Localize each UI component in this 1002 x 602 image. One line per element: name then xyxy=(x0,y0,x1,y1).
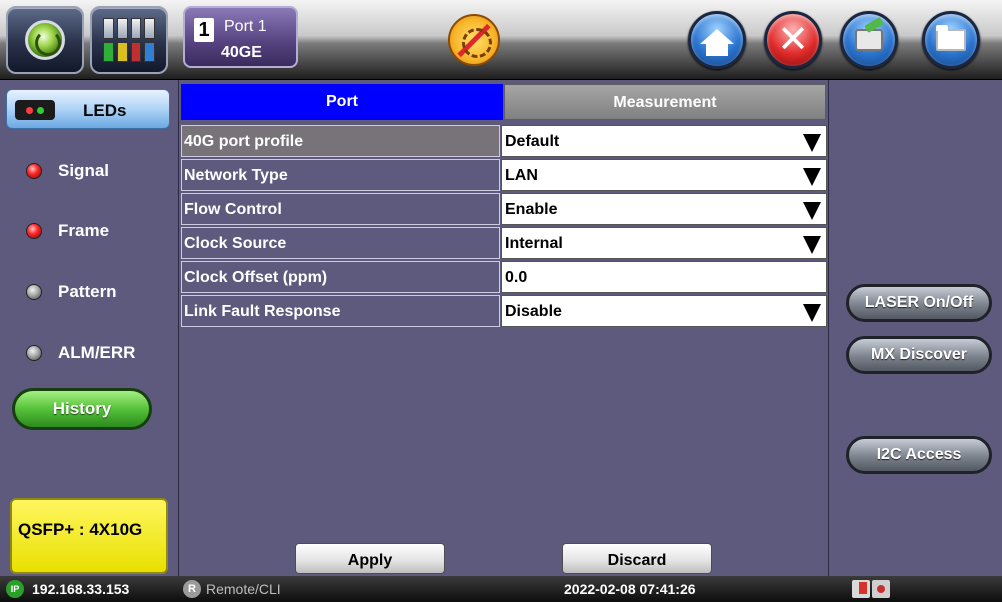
settings-table: 40G port profile Default Network Type LA… xyxy=(181,125,827,329)
home-icon xyxy=(700,28,734,56)
led-indicator-icon xyxy=(26,345,42,361)
port-number-badge: 1 xyxy=(194,18,214,42)
setting-label: 40G port profile xyxy=(181,125,500,157)
dropdown-arrow-icon xyxy=(803,134,821,152)
link-fault-response-select[interactable]: Disable xyxy=(501,295,827,327)
status-bar: IP 192.168.33.153 R Remote/CLI 2022-02-0… xyxy=(0,576,1002,602)
led-label: ALM/ERR xyxy=(58,343,136,362)
led-label: Signal xyxy=(58,161,110,180)
port-name: Port 1 xyxy=(224,18,267,35)
close-icon: ✕ xyxy=(777,19,809,61)
export-button[interactable] xyxy=(840,11,898,69)
setting-row: Flow Control Enable xyxy=(181,193,827,225)
record-status-icon xyxy=(872,580,890,598)
dropdown-arrow-icon xyxy=(803,304,821,322)
export-icon xyxy=(855,29,883,51)
setting-row: Clock Source Internal xyxy=(181,227,827,259)
remote-icon: R xyxy=(183,580,201,598)
setting-label: Link Fault Response xyxy=(181,295,500,327)
laser-status-icon xyxy=(852,580,870,598)
flow-control-select[interactable]: Enable xyxy=(501,193,827,225)
laser-warning-icon[interactable] xyxy=(448,14,500,66)
setting-label: Clock Offset (ppm) xyxy=(181,261,500,293)
setting-label: Clock Source xyxy=(181,227,500,259)
folder-icon xyxy=(936,25,966,51)
led-indicator-icon xyxy=(26,284,42,300)
leds-mini-icon xyxy=(15,100,55,120)
network-type-select[interactable]: LAN xyxy=(501,159,827,191)
led-label: Pattern xyxy=(58,282,117,301)
led-pattern: Pattern xyxy=(26,281,117,303)
led-signal: Signal xyxy=(26,160,109,182)
setting-value: Internal xyxy=(505,235,563,252)
led-indicator-icon xyxy=(26,163,42,179)
clock-source-select[interactable]: Internal xyxy=(501,227,827,259)
tab-measurement[interactable]: Measurement xyxy=(504,84,826,120)
setting-value: Enable xyxy=(505,201,558,218)
led-frame: Frame xyxy=(26,220,109,242)
led-alm-err: ALM/ERR xyxy=(26,342,135,364)
dropdown-arrow-icon xyxy=(803,236,821,254)
main-menu-button[interactable] xyxy=(6,6,84,74)
apply-button[interactable]: Apply xyxy=(295,543,445,574)
top-toolbar: 1 Port 1 40GE ✕ xyxy=(0,0,1002,80)
setting-row: Network Type LAN xyxy=(181,159,827,191)
setting-value: LAN xyxy=(505,167,538,184)
apps-button[interactable] xyxy=(90,6,168,74)
discard-button[interactable]: Discard xyxy=(562,543,712,574)
tab-port[interactable]: Port xyxy=(181,84,503,120)
file-manager-button[interactable] xyxy=(922,11,980,69)
mx-discover-button[interactable]: MX Discover xyxy=(846,336,992,374)
laser-toggle-button[interactable]: LASER On/Off xyxy=(846,284,992,322)
port-selector-tab[interactable]: 1 Port 1 40GE xyxy=(183,6,298,68)
close-button[interactable]: ✕ xyxy=(764,11,822,69)
i2c-access-button[interactable]: I2C Access xyxy=(846,436,992,474)
home-button[interactable] xyxy=(688,11,746,69)
setting-value: Default xyxy=(505,133,560,150)
module-type-button[interactable]: QSFP+ : 4X10G xyxy=(10,498,168,574)
port-profile-select[interactable]: Default xyxy=(501,125,827,157)
led-indicator-icon xyxy=(26,223,42,239)
dropdown-arrow-icon xyxy=(803,168,821,186)
leds-tab-label: LEDs xyxy=(83,101,127,120)
led-label: Frame xyxy=(58,221,110,240)
ip-address: 192.168.33.153 xyxy=(32,581,130,597)
apps-grid-icon xyxy=(103,18,155,62)
setting-label: Network Type xyxy=(181,159,500,191)
left-panel: LEDs Signal Frame Pattern ALM/ERR Histor… xyxy=(0,80,178,576)
port-setup-panel: Port Measurement 40G port profile Defaul… xyxy=(178,80,829,576)
port-speed: 40GE xyxy=(221,44,262,61)
setting-value: Disable xyxy=(505,303,562,320)
setting-value: 0.0 xyxy=(505,269,528,286)
setting-label: Flow Control xyxy=(181,193,500,225)
vepal-logo-icon xyxy=(25,20,65,60)
remote-status: Remote/CLI xyxy=(206,581,281,597)
dropdown-arrow-icon xyxy=(803,202,821,220)
history-button[interactable]: History xyxy=(12,388,152,430)
leds-tab[interactable]: LEDs xyxy=(6,89,170,129)
right-panel: LASER On/Off MX Discover I2C Access xyxy=(830,80,1002,576)
setting-row: 40G port profile Default xyxy=(181,125,827,157)
date-time: 2022-02-08 07:41:26 xyxy=(564,581,696,597)
setting-row: Link Fault Response Disable xyxy=(181,295,827,327)
clock-offset-input[interactable]: 0.0 xyxy=(501,261,827,293)
setting-row: Clock Offset (ppm) 0.0 xyxy=(181,261,827,293)
ip-icon: IP xyxy=(6,580,24,598)
